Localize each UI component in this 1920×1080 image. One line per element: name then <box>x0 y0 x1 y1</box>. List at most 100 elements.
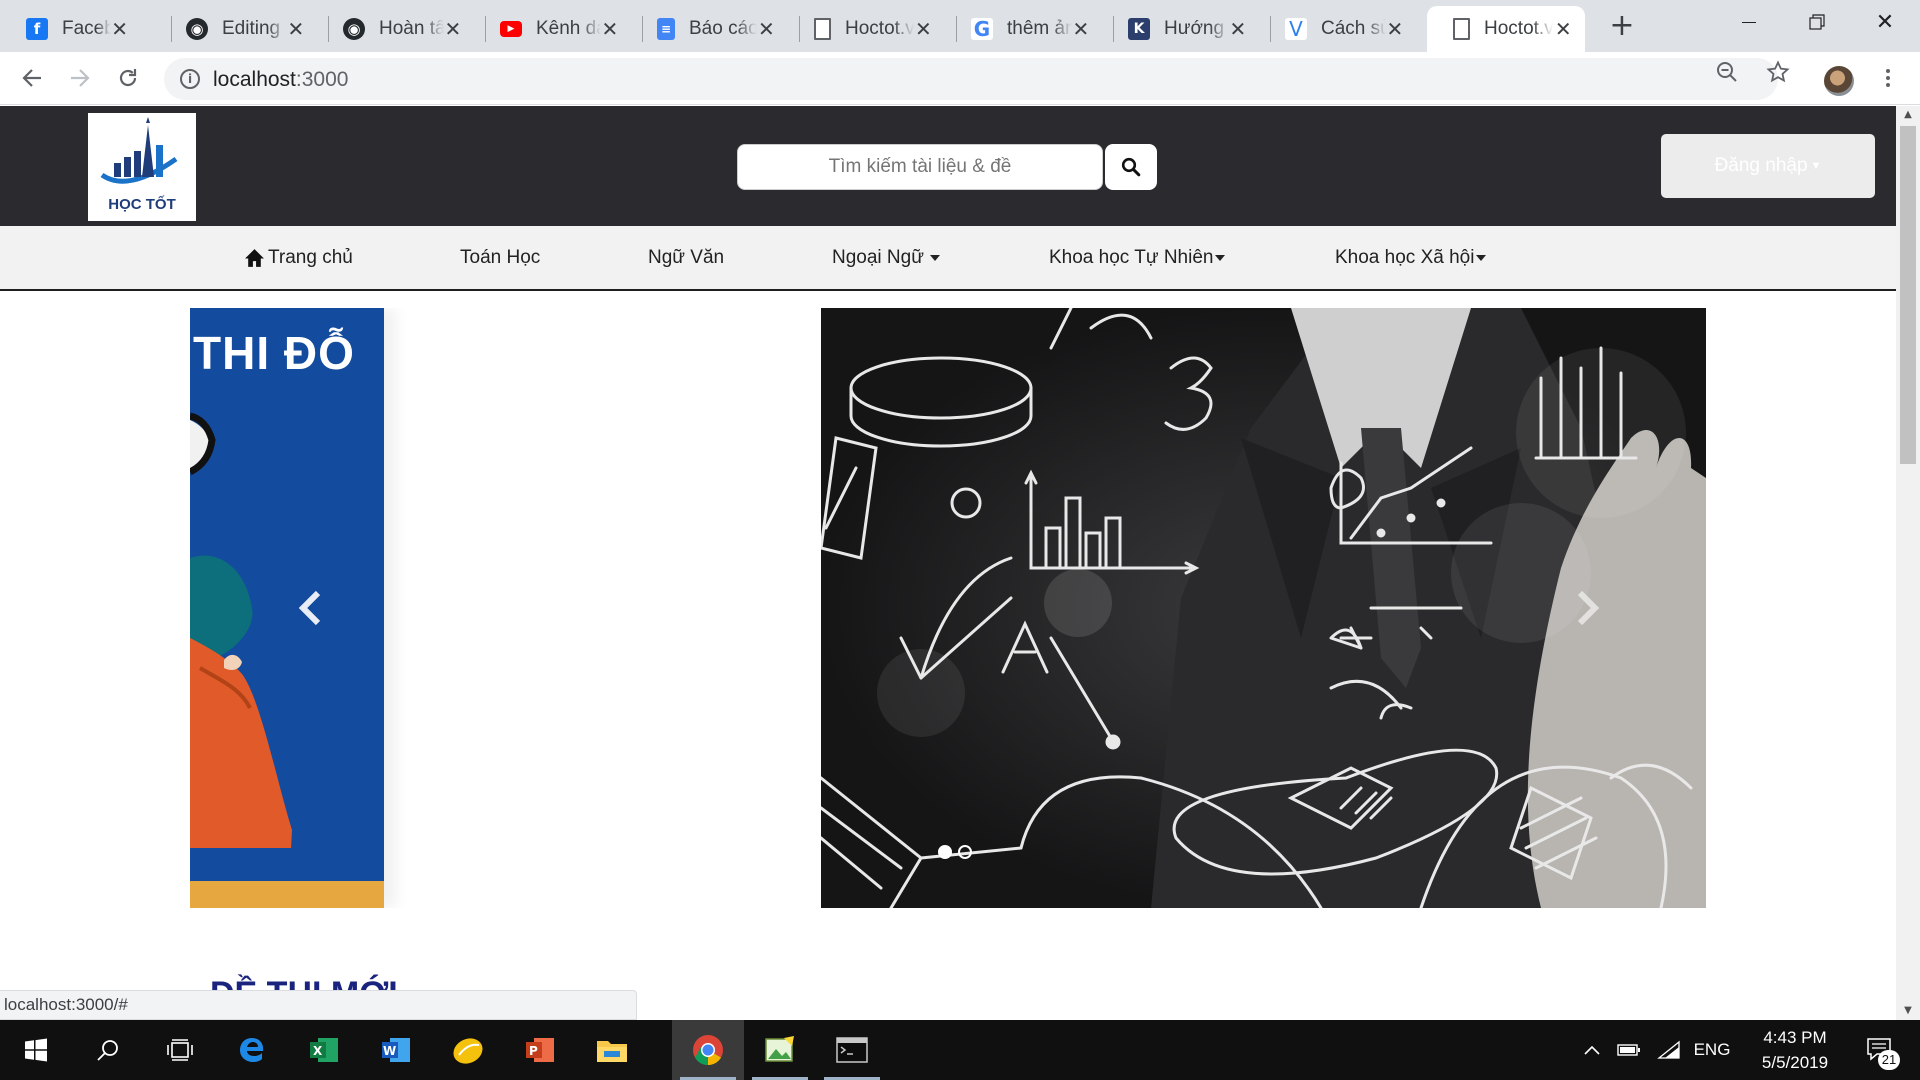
svg-text:P: P <box>529 1044 538 1058</box>
chevron-right-icon <box>1577 590 1600 626</box>
browser-tab[interactable]: G thêm ảnh ✕ <box>945 6 1102 52</box>
close-icon[interactable]: ✕ <box>444 17 462 41</box>
carousel-indicator-2[interactable] <box>958 845 972 859</box>
promo-illustration <box>190 412 384 908</box>
search-button[interactable] <box>1105 144 1157 190</box>
taskbar-app-chrome[interactable] <box>672 1020 744 1080</box>
scroll-down-arrow-icon[interactable]: ▼ <box>1896 1002 1920 1020</box>
login-dropdown-button[interactable]: Đăng nhập ▼ <box>1661 134 1875 198</box>
task-view-button[interactable] <box>144 1020 216 1080</box>
taskbar-app-excel[interactable]: X <box>288 1020 360 1080</box>
show-hidden-icons-button[interactable] <box>1578 1020 1606 1080</box>
close-icon[interactable]: ✕ <box>287 17 305 41</box>
minimize-button[interactable] <box>1714 0 1784 44</box>
github-icon: ◉ <box>343 18 365 40</box>
file-explorer-icon <box>597 1041 627 1062</box>
profile-avatar[interactable] <box>1824 66 1854 96</box>
close-icon[interactable]: ✕ <box>757 17 776 41</box>
input-language[interactable]: ENG <box>1690 1020 1734 1080</box>
back-button[interactable] <box>14 60 50 96</box>
system-clock[interactable]: 4:43 PM 5/5/2019 <box>1740 1025 1850 1075</box>
nav-item-literature[interactable]: Ngữ Văn <box>648 226 724 289</box>
youtube-icon: ▶ <box>500 21 522 37</box>
page-icon <box>814 18 831 40</box>
browser-tab[interactable]: ▶ Kênh dạy ✕ <box>474 6 631 52</box>
carousel-next-button[interactable] <box>1568 578 1608 638</box>
nav-label: Khoa học Xã hội <box>1335 246 1475 268</box>
browser-tab[interactable]: V Cách sử ✕ <box>1259 6 1416 52</box>
close-icon[interactable]: ✕ <box>914 17 933 41</box>
tab-title: Báo cáo <box>689 18 757 39</box>
browser-tab[interactable]: Hoctot.vn ✕ <box>788 6 945 52</box>
clock-date: 5/5/2019 <box>1761 1053 1829 1072</box>
facebook-icon: f <box>26 18 48 40</box>
taskbar-app-powerpoint[interactable]: P <box>504 1020 576 1080</box>
browser-tab[interactable]: f Facebook ✕ <box>0 6 140 52</box>
paint-icon <box>765 1036 794 1062</box>
taskbar-search-button[interactable] <box>72 1020 144 1080</box>
taskbar-app-lemon[interactable] <box>432 1020 504 1080</box>
forward-arrow-icon <box>71 69 90 87</box>
site-logo[interactable]: HỌC TỐT <box>88 113 196 221</box>
taskbar-app-paint[interactable] <box>744 1020 816 1080</box>
address-bar[interactable]: i localhost:3000 <box>164 58 1778 100</box>
page-icon <box>1453 18 1470 40</box>
nav-item-social-science[interactable]: Khoa học Xã hội <box>1335 226 1487 289</box>
forward-button[interactable] <box>62 60 98 96</box>
caret-down-icon <box>929 254 940 261</box>
zoom-button[interactable] <box>1715 60 1739 90</box>
close-icon[interactable]: ✕ <box>1553 17 1573 41</box>
reload-icon <box>119 69 137 87</box>
bookmark-button[interactable] <box>1766 60 1790 90</box>
nav-item-natural-science[interactable]: Khoa học Tự Nhiên <box>1049 226 1226 289</box>
carousel-indicator-1[interactable] <box>938 845 952 859</box>
restore-button[interactable] <box>1782 0 1852 44</box>
action-center-button[interactable]: 21 <box>1856 1020 1904 1080</box>
tab-title: Hướng dẫn <box>1164 18 1229 39</box>
scrollbar-thumb[interactable] <box>1900 126 1916 464</box>
taskbar-app-file-explorer[interactable] <box>576 1020 648 1080</box>
close-icon[interactable]: ✕ <box>111 17 128 41</box>
search-input[interactable]: Tìm kiếm tài liệu & đề <box>737 144 1103 190</box>
promo-bottom-band <box>190 881 384 908</box>
close-icon[interactable]: ✕ <box>1229 17 1247 41</box>
page-scrollbar[interactable]: ▲ ▼ <box>1896 106 1920 1020</box>
windows-taskbar: X W P ENG 4:43 PM 5/5/2019 21 <box>0 1020 1920 1080</box>
browser-tab-active[interactable]: Hoctot.vn ✕ <box>1427 6 1585 52</box>
google-docs-icon: ≡ <box>657 18 675 40</box>
browser-tab[interactable]: K Hướng dẫn ✕ <box>1102 6 1259 52</box>
taskbar-app-terminal[interactable] <box>816 1020 888 1080</box>
nav-item-math[interactable]: Toán Học <box>460 226 540 289</box>
nav-item-foreign-language[interactable]: Ngoại Ngữ <box>832 226 940 289</box>
battery-status[interactable] <box>1612 1020 1646 1080</box>
scroll-up-arrow-icon[interactable]: ▲ <box>1896 106 1920 124</box>
browser-tab[interactable]: ◉ Hoàn tất ✕ <box>317 6 474 52</box>
start-button[interactable] <box>0 1020 72 1080</box>
taskbar-app-word[interactable]: W <box>360 1020 432 1080</box>
browser-tab[interactable]: ◉ Editing ✕ <box>160 6 317 52</box>
network-status[interactable] <box>1652 1020 1686 1080</box>
info-icon[interactable]: i <box>180 69 200 89</box>
close-window-button[interactable]: ✕ <box>1850 0 1920 44</box>
image-carousel: THI ĐỖ <box>190 308 1706 908</box>
chrome-icon <box>693 1035 723 1066</box>
caret-down-icon <box>1215 254 1226 261</box>
close-icon[interactable]: ✕ <box>1386 17 1404 41</box>
close-icon[interactable]: ✕ <box>601 17 619 41</box>
chrome-menu-button[interactable] <box>1876 62 1900 94</box>
v-site-icon: V <box>1285 17 1307 41</box>
taskbar-app-edge[interactable] <box>216 1020 288 1080</box>
browser-tab[interactable]: ≡ Báo cáo ✕ <box>631 6 788 52</box>
new-tab-button[interactable]: + <box>1602 8 1642 44</box>
reload-button[interactable] <box>110 60 146 96</box>
back-arrow-icon <box>22 69 41 87</box>
login-label: Đăng nhập <box>1714 155 1808 176</box>
close-icon[interactable]: ✕ <box>1072 17 1090 41</box>
nav-label: Ngữ Văn <box>648 246 725 268</box>
carousel-prev-button[interactable] <box>290 578 330 638</box>
google-icon: G <box>971 17 993 41</box>
nav-item-home[interactable]: Trang chủ <box>244 226 353 289</box>
tab-title: Hoctot.vn <box>1484 18 1554 39</box>
notification-count: 21 <box>1878 1050 1900 1070</box>
tab-title: thêm ảnh <box>1007 18 1072 39</box>
